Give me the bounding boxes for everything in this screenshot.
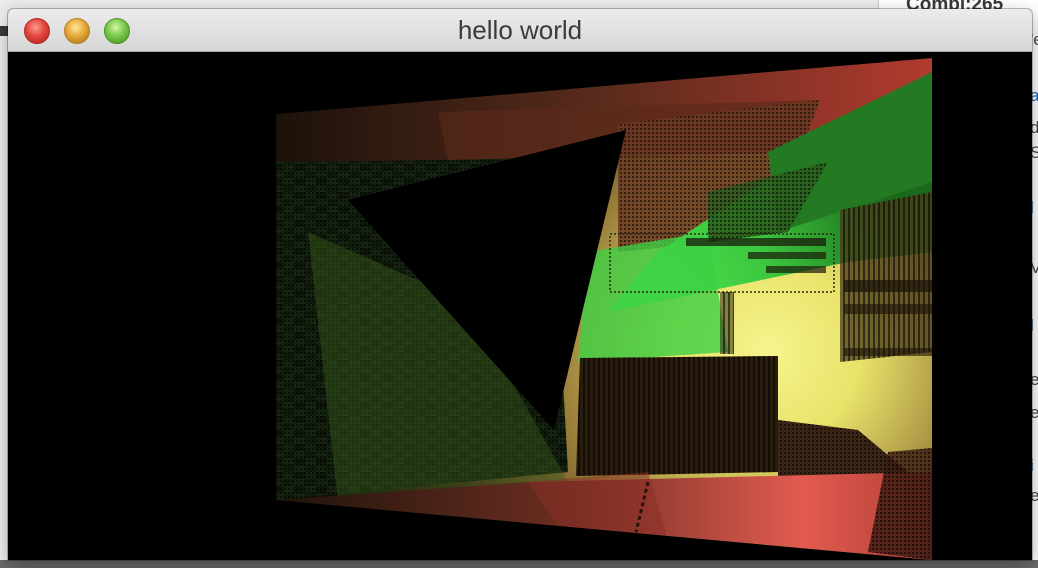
background-dock-edge: [0, 560, 1038, 568]
app-window: hello world: [8, 9, 1032, 560]
window-titlebar[interactable]: hello world: [8, 9, 1032, 52]
minimize-window-button[interactable]: [64, 18, 90, 44]
render-canvas[interactable]: [8, 52, 1032, 560]
zoom-window-button[interactable]: [104, 18, 130, 44]
window-title: hello world: [457, 15, 583, 45]
close-window-button[interactable]: [24, 18, 50, 44]
rendered-3d-scene: [8, 52, 932, 560]
